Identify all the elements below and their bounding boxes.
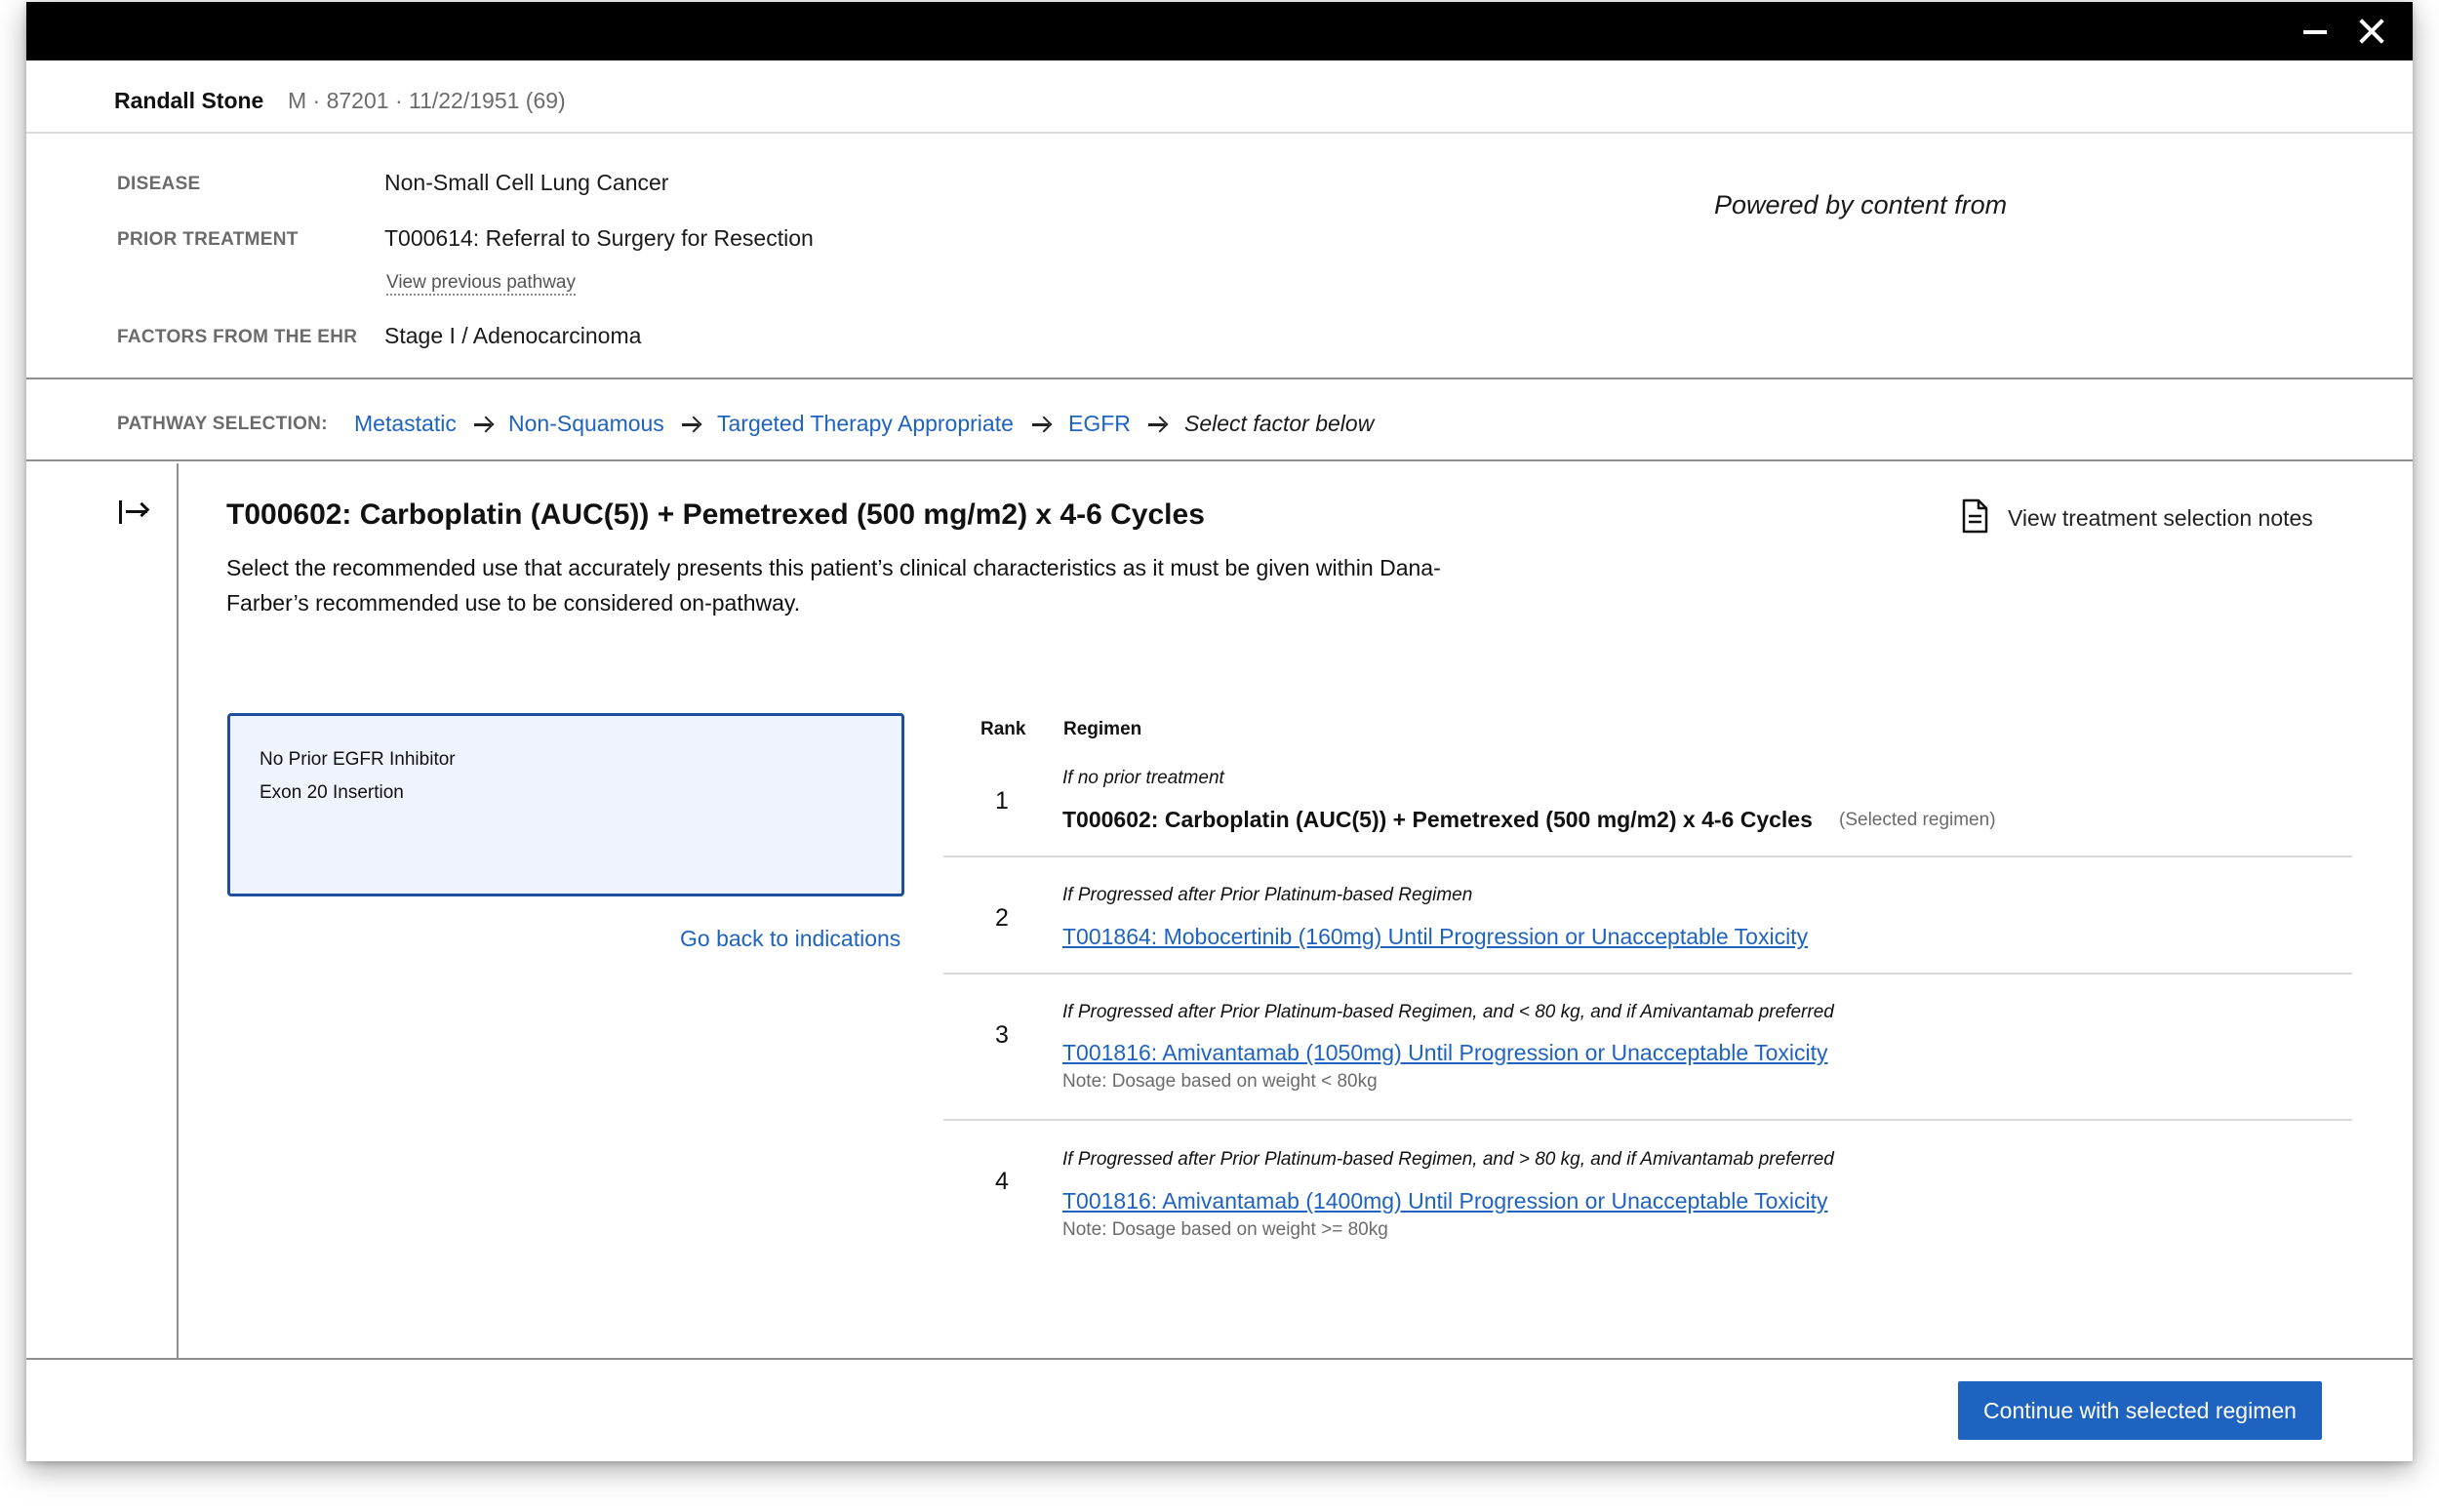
pathway-step-metastatic[interactable]: Metastatic [354, 411, 457, 437]
dosage-note: Note: Dosage based on weight >= 80kg [1062, 1219, 1388, 1240]
regimen-link-amivantamab-1400[interactable]: T001816: Amivantamab (1400mg) Until Prog… [1062, 1188, 1828, 1214]
pathway-current-step: Select factor below [1184, 411, 1375, 436]
pathway-step-egfr[interactable]: EGFR [1068, 411, 1131, 437]
powered-by-text: Powered by content from [1714, 190, 2008, 219]
regimen-column-header: Regimen [1063, 719, 1142, 739]
rank-number: 4 [995, 1168, 1009, 1195]
disease-value: Non-Small Cell Lung Cancer [384, 170, 669, 195]
selected-regimen-name: T000602: Carboplatin (AUC(5)) + Pemetrex… [1062, 807, 1813, 832]
continue-with-selected-regimen-button[interactable]: Continue with selected regimen [1958, 1381, 2322, 1440]
row-divider [943, 1119, 2352, 1121]
view-previous-pathway-link[interactable]: View previous pathway [386, 272, 576, 296]
row-divider [943, 855, 2352, 857]
expand-panel-icon[interactable] [119, 499, 152, 525]
rank-number: 3 [995, 1021, 1009, 1049]
regimen-condition: If Progressed after Prior Platinum-based… [1062, 1149, 1834, 1170]
document-icon [1962, 498, 1988, 534]
minimize-icon[interactable] [2296, 12, 2335, 51]
patient-name: Randall Stone [114, 88, 264, 113]
ehr-factors-value: Stage I / Adenocarcinoma [384, 323, 642, 348]
row-divider [943, 973, 2352, 975]
patient-header: Randall Stone M · 87201 · 11/22/1951 (69… [26, 60, 2413, 134]
footer-bar: Continue with selected regimen [26, 1358, 2413, 1461]
regimen-title: T000602: Carboplatin (AUC(5)) + Pemetrex… [226, 498, 1205, 531]
close-icon[interactable] [2352, 12, 2391, 51]
arrow-right-icon [682, 416, 701, 433]
prior-treatment-value: T000614: Referral to Surgery for Resecti… [384, 225, 814, 251]
regimen-link-mobocertinib[interactable]: T001864: Mobocertinib (160mg) Until Prog… [1062, 924, 1808, 950]
view-treatment-notes-label: View treatment selection notes [2008, 505, 2313, 531]
patient-info-section: DISEASE Non-Small Cell Lung Cancer PRIOR… [26, 136, 2413, 379]
regimen-condition: If Progressed after Prior Platinum-based… [1062, 1002, 1834, 1022]
regimen-link-amivantamab-1050[interactable]: T001816: Amivantamab (1050mg) Until Prog… [1062, 1040, 1828, 1066]
rank-column-header: Rank [980, 719, 1026, 739]
title-bar [26, 2, 2413, 60]
selected-regimen-badge: (Selected regimen) [1839, 810, 1996, 830]
arrow-right-icon [1148, 416, 1168, 433]
rank-number: 2 [995, 904, 1009, 932]
dosage-note: Note: Dosage based on weight < 80kg [1062, 1071, 1378, 1092]
factor-line: Exon 20 Insertion [260, 782, 404, 803]
selected-factor-card[interactable]: No Prior EGFR Inhibitor Exon 20 Insertio… [227, 713, 904, 896]
pathway-selection-label: PATHWAY SELECTION: [117, 414, 328, 434]
modal-window: Randall Stone M · 87201 · 11/22/1951 (69… [26, 2, 2413, 1461]
regimen-content: T000602: Carboplatin (AUC(5)) + Pemetrex… [180, 463, 2413, 1358]
arrow-right-icon [474, 416, 494, 433]
disease-label: DISEASE [117, 174, 201, 194]
ehr-factors-label: FACTORS FROM THE EHR [117, 327, 358, 347]
regimen-condition: If no prior treatment [1062, 768, 1224, 788]
pathway-step-targeted-therapy[interactable]: Targeted Therapy Appropriate [717, 411, 1014, 437]
rank-number: 1 [995, 787, 1009, 815]
patient-meta: M · 87201 · 11/22/1951 (69) [288, 88, 566, 113]
pathway-step-non-squamous[interactable]: Non-Squamous [508, 411, 664, 437]
factor-line: No Prior EGFR Inhibitor [260, 749, 456, 770]
arrow-right-icon [1032, 416, 1052, 433]
go-back-to-indications-link[interactable]: Go back to indications [680, 926, 900, 952]
regimen-condition: If Progressed after Prior Platinum-based… [1062, 885, 1473, 905]
regimen-description: Select the recommended use that accurate… [226, 555, 1441, 616]
pathway-selection-bar: PATHWAY SELECTION: Metastatic Non-Squamo… [26, 381, 2413, 461]
prior-treatment-label: PRIOR TREATMENT [117, 229, 299, 250]
side-rail [26, 463, 179, 1358]
